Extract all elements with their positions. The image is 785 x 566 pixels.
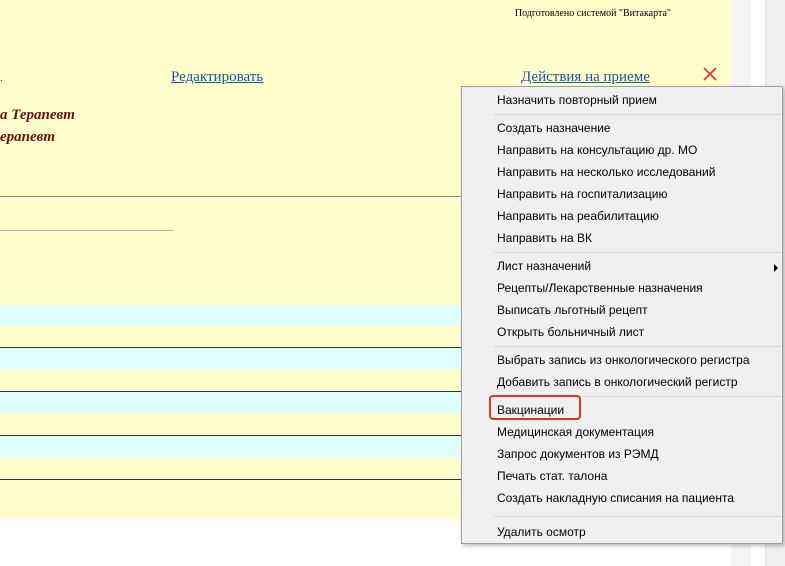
- field-underline: [0, 230, 174, 231]
- menu-separator: [494, 516, 781, 517]
- actions-context-menu: Назначить повторный прием Создать назнач…: [461, 86, 783, 544]
- menu-item-write-off-invoice[interactable]: Создать накладную списания на пациента: [497, 491, 734, 505]
- chevron-right-icon: [774, 264, 778, 272]
- menu-separator: [494, 114, 781, 115]
- menu-item-add-onco-record[interactable]: Добавить запись в онкологический регистр: [497, 375, 738, 389]
- menu-item-print-ticket[interactable]: Печать стат. талона: [497, 469, 607, 483]
- menu-item-refer-rehabilitation[interactable]: Направить на реабилитацию: [497, 209, 659, 223]
- actions-link[interactable]: Действия на приеме: [521, 69, 650, 86]
- menu-item-medical-docs[interactable]: Медицинская документация: [497, 425, 654, 439]
- menu-separator: [494, 346, 781, 347]
- menu-item-remd-request[interactable]: Запрос документов из РЭМД: [497, 447, 659, 461]
- menu-item-repeat-visit[interactable]: Назначить повторный прием: [497, 93, 657, 107]
- generated-by-label: Подготовлено системой "Витакарта": [514, 8, 671, 19]
- menu-separator: [494, 252, 781, 253]
- menu-item-refer-hospitalization[interactable]: Направить на госпитализацию: [497, 187, 667, 201]
- highlight-frame: [489, 395, 581, 420]
- menu-item-recipes[interactable]: Рецепты/Лекарственные назначения: [497, 281, 703, 295]
- edit-link[interactable]: Редактировать: [171, 69, 263, 86]
- menu-item-delete-exam[interactable]: Удалить осмотр: [497, 525, 586, 539]
- menu-item-create-prescription[interactable]: Создать назначение: [497, 121, 611, 135]
- truncated-mark: .: [0, 73, 3, 84]
- menu-item-refer-vk[interactable]: Направить на ВК: [497, 231, 592, 245]
- menu-item-refer-studies[interactable]: Направить на несколько исследований: [497, 165, 715, 179]
- menu-item-sick-leave[interactable]: Открыть больничный лист: [497, 325, 644, 339]
- doctor-line-1: а Терапевт: [0, 107, 75, 123]
- doctor-line-2: ерапевт: [0, 129, 56, 145]
- menu-item-prescription-sheet[interactable]: Лист назначений: [497, 259, 591, 273]
- menu-item-refer-consultation[interactable]: Направить на консультацию др. МО: [497, 143, 697, 157]
- menu-item-preferential-recipe[interactable]: Выписать льготный рецепт: [497, 303, 648, 317]
- menu-item-select-onco-record[interactable]: Выбрать запись из онкологического регист…: [497, 353, 750, 367]
- close-icon[interactable]: [700, 64, 720, 84]
